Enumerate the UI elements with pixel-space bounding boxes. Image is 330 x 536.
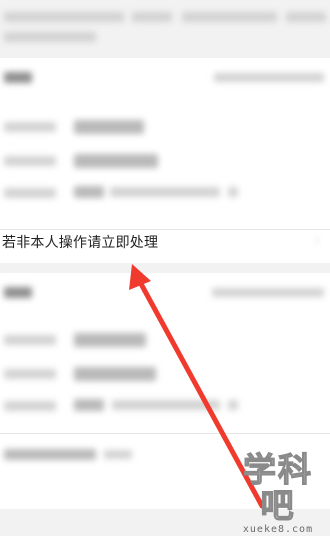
record-title — [4, 72, 32, 83]
field-label — [4, 401, 56, 411]
field-value — [112, 400, 220, 410]
field-value — [228, 187, 238, 197]
field-value — [74, 154, 158, 168]
field-value — [74, 120, 144, 134]
field-value — [228, 400, 238, 410]
field-value — [74, 367, 156, 381]
field-label — [4, 188, 56, 198]
field-value — [74, 186, 104, 198]
field-label — [4, 335, 56, 345]
blurred-text-line — [132, 12, 172, 22]
blurred-text-line — [4, 12, 124, 22]
record-title — [4, 287, 32, 298]
blurred-text-line — [182, 12, 277, 22]
blurred-text-line — [4, 32, 96, 42]
field-value — [110, 187, 220, 197]
verify-action-text[interactable]: 若非本人操作请立即处理 — [2, 231, 158, 255]
watermark: 学科吧 xueke8.com — [229, 450, 327, 536]
chevron-right-icon[interactable]: › — [315, 233, 320, 248]
blurred-text-line — [286, 12, 326, 22]
field-value — [74, 399, 104, 411]
record-timestamp — [214, 73, 324, 82]
blurred-action-text — [104, 450, 132, 459]
divider — [0, 433, 330, 434]
field-value — [74, 333, 146, 347]
card-gap — [0, 263, 330, 273]
field-label — [4, 369, 56, 379]
watermark-en: xueke8.com — [242, 524, 314, 535]
blurred-action-text — [4, 449, 96, 460]
field-label — [4, 122, 56, 132]
record-timestamp — [212, 288, 324, 297]
watermark-cn: 学科吧 — [242, 450, 313, 525]
field-label — [4, 156, 56, 166]
